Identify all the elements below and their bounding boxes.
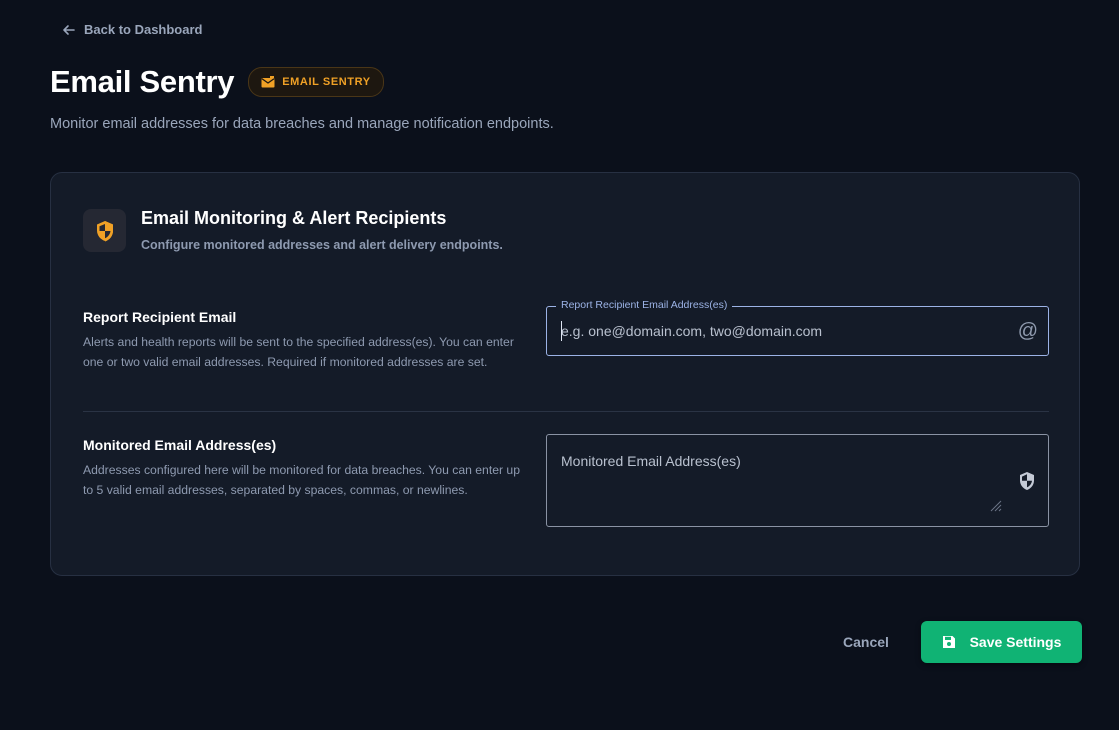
back-link-label: Back to Dashboard	[84, 22, 203, 37]
page-subtitle: Monitor email addresses for data breache…	[50, 116, 554, 132]
recipient-email-field[interactable]: Report Recipient Email Address(es) e.g. …	[546, 299, 1049, 356]
save-icon	[942, 636, 955, 648]
monitored-email-description: Addresses configured here will be monito…	[83, 463, 520, 497]
monitored-email-field[interactable]: Monitored Email Address(es)	[546, 434, 1049, 527]
recipient-email-label: Report Recipient Email	[83, 309, 237, 325]
shield-icon	[96, 220, 113, 241]
save-button-label: Save Settings	[969, 634, 1062, 650]
recipient-email-description: Alerts and health reports will be sent t…	[83, 335, 514, 369]
monitored-email-label: Monitored Email Address(es)	[83, 437, 277, 453]
monitored-email-textarea[interactable]: Monitored Email Address(es)	[561, 453, 741, 469]
resize-handle-icon[interactable]	[988, 498, 1002, 512]
email-sentry-badge: EMAIL SENTRY	[248, 67, 384, 97]
card-title: Email Monitoring & Alert Recipients	[141, 208, 447, 228]
recipient-email-input[interactable]: e.g. one@domain.com, two@domain.com	[561, 323, 822, 339]
arrow-left-icon	[63, 24, 75, 35]
mail-shield-icon	[261, 76, 275, 88]
title-row: Email Sentry EMAIL SENTRY	[50, 64, 384, 100]
back-to-dashboard-link[interactable]: Back to Dashboard	[62, 22, 202, 37]
card-subtitle: Configure monitored addresses and alert …	[141, 238, 503, 252]
settings-card: Email Monitoring & Alert Recipients Conf…	[50, 172, 1080, 576]
save-settings-button[interactable]: Save Settings	[921, 621, 1082, 663]
page-title: Email Sentry	[50, 64, 235, 99]
recipient-field-legend: Report Recipient Email Address(es)	[556, 299, 733, 311]
badge-label: EMAIL SENTRY	[282, 76, 371, 88]
card-icon-container	[83, 209, 126, 252]
shield-icon	[1020, 472, 1034, 490]
section-divider	[83, 411, 1049, 412]
at-icon: @	[1017, 320, 1038, 342]
cancel-button[interactable]: Cancel	[843, 634, 889, 650]
text-caret	[561, 321, 562, 341]
page: Back to Dashboard Email Sentry EMAIL SEN…	[0, 0, 1119, 730]
